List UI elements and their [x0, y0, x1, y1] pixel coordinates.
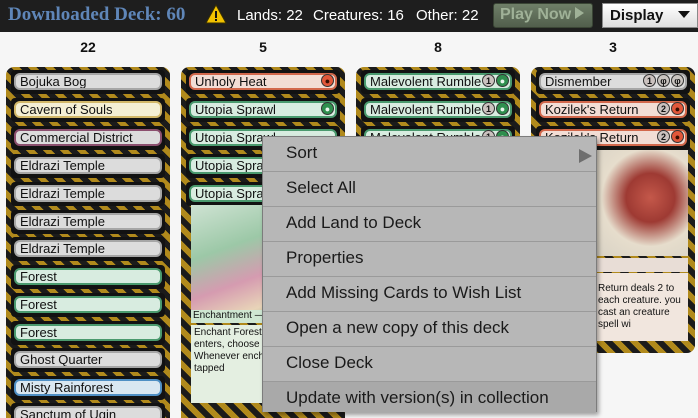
- menu-item-label: Open a new copy of this deck: [286, 318, 510, 337]
- card-stack-lands: Bojuka Bog Cavern of Souls Commercial Di…: [6, 67, 170, 418]
- card-slot[interactable]: Malevolent Rumble 1●: [361, 70, 515, 94]
- card-type-line: [594, 258, 688, 272]
- card-name: Misty Rainforest: [14, 379, 162, 396]
- red-mana-icon: ●: [671, 130, 684, 143]
- card-name: Eldrazi Temple: [14, 213, 162, 230]
- generic-mana-icon: 1: [482, 74, 495, 87]
- card-name: Eldrazi Temple: [14, 240, 162, 257]
- card-slot[interactable]: Eldrazi Temple: [11, 154, 165, 178]
- generic-mana-icon: 1: [643, 74, 656, 87]
- card-name: Eldrazi Temple: [14, 157, 162, 174]
- column-count-1: 22: [80, 39, 96, 55]
- generic-mana-icon: 1: [482, 102, 495, 115]
- submenu-arrow-icon: [579, 149, 592, 163]
- card-slot[interactable]: Forest: [11, 293, 165, 317]
- menu-item-sort[interactable]: Sort: [263, 137, 596, 172]
- column-count-4: 3: [609, 39, 617, 55]
- menu-item-label: Add Missing Cards to Wish List: [286, 283, 522, 302]
- green-mana-icon: ●: [496, 102, 509, 115]
- card-slot[interactable]: Commercial District: [11, 126, 165, 150]
- red-mana-icon: ●: [671, 102, 684, 115]
- card-slot[interactable]: Eldrazi Temple: [11, 182, 165, 206]
- phyrexian-mana-icon: φ: [671, 74, 684, 87]
- menu-item-add-land[interactable]: Add Land to Deck: [263, 207, 596, 242]
- display-dropdown[interactable]: Display: [602, 3, 698, 28]
- warning-icon[interactable]: [205, 4, 227, 24]
- mana-cost: 1●: [482, 102, 509, 115]
- menu-item-label: Select All: [286, 178, 356, 197]
- card-name: Eldrazi Temple: [14, 185, 162, 202]
- card-slot[interactable]: Misty Rainforest: [11, 376, 165, 400]
- card-name: Cavern of Souls: [14, 101, 162, 118]
- card-name: Forest: [14, 324, 162, 341]
- green-mana-icon: ●: [496, 74, 509, 87]
- menu-item-select-all[interactable]: Select All: [263, 172, 596, 207]
- mana-cost: ●: [321, 102, 334, 115]
- generic-mana-icon: 2: [657, 102, 670, 115]
- other-count: Other: 22: [416, 7, 479, 24]
- card-slot[interactable]: Eldrazi Temple: [11, 237, 165, 261]
- play-icon: [575, 7, 585, 19]
- menu-item-label: Sort: [286, 143, 318, 162]
- menu-item-label: Add Land to Deck: [286, 213, 422, 232]
- card-slot[interactable]: Eldrazi Temple: [11, 210, 165, 234]
- card-slot[interactable]: Sanctum of Ugin: [11, 403, 165, 418]
- card-slot[interactable]: Dismember 1φφ: [536, 70, 690, 94]
- mana-cost: 2 ●: [657, 102, 684, 115]
- mana-cost: ●: [321, 74, 334, 87]
- mana-cost: 1●: [482, 74, 509, 87]
- context-menu: Sort Select All Add Land to Deck Propert…: [262, 136, 597, 412]
- card-name: Ghost Quarter: [14, 351, 162, 368]
- chevron-down-icon: [678, 11, 690, 18]
- lands-count: Lands: 22: [237, 7, 303, 24]
- mana-cost: 1φφ: [643, 74, 684, 87]
- card-name: Forest: [14, 268, 162, 285]
- deck-header-bar: Downloaded Deck: 60 Lands: 22 Creatures:…: [0, 0, 698, 32]
- menu-item-label: Properties: [286, 248, 364, 267]
- menu-item-label: Close Deck: [286, 353, 373, 372]
- deck-title: Downloaded Deck: 60: [8, 4, 186, 25]
- creatures-count: Creatures: 16: [313, 7, 404, 24]
- green-mana-icon: ●: [321, 102, 334, 115]
- card-art-kozileks-return: [594, 150, 688, 256]
- card-slot[interactable]: Forest: [11, 265, 165, 289]
- card-name: Commercial District: [14, 129, 162, 146]
- card-name: Unholy Heat: [189, 73, 337, 90]
- menu-item-label: Update with version(s) in collection: [286, 388, 549, 407]
- card-name: Utopia Sprawl: [189, 101, 337, 118]
- phyrexian-mana-icon: φ: [657, 74, 670, 87]
- menu-item-add-missing-to-wishlist[interactable]: Add Missing Cards to Wish List: [263, 277, 596, 312]
- card-name: Bojuka Bog: [14, 73, 162, 90]
- card-rules-text: Return deals 2 to each creature. you cas…: [594, 273, 688, 341]
- card-slot[interactable]: Cavern of Souls: [11, 98, 165, 122]
- column-count-3: 8: [434, 39, 442, 55]
- card-slot[interactable]: Kozilek's Return 2●: [536, 98, 690, 122]
- red-mana-icon: ●: [321, 74, 334, 87]
- display-label: Display: [610, 7, 664, 24]
- card-slot[interactable]: Unholy Heat ●: [186, 70, 340, 94]
- menu-item-properties[interactable]: Properties: [263, 242, 596, 277]
- column-count-2: 5: [259, 39, 267, 55]
- menu-item-update-versions[interactable]: Update with version(s) in collection: [263, 382, 596, 412]
- card-name: Forest: [14, 296, 162, 313]
- play-now-button[interactable]: Play Now: [493, 3, 593, 28]
- menu-item-open-copy[interactable]: Open a new copy of this deck: [263, 312, 596, 347]
- play-now-label: Play Now: [500, 6, 572, 23]
- card-name: Sanctum of Ugin: [14, 406, 162, 418]
- card-slot[interactable]: Forest: [11, 321, 165, 345]
- card-slot[interactable]: Bojuka Bog: [11, 70, 165, 94]
- card-slot[interactable]: Ghost Quarter: [11, 348, 165, 372]
- card-slot[interactable]: Utopia Sprawl ●: [186, 98, 340, 122]
- generic-mana-icon: 2: [657, 130, 670, 143]
- menu-item-close-deck[interactable]: Close Deck: [263, 347, 596, 382]
- card-slot[interactable]: Malevolent Rumble 1●: [361, 98, 515, 122]
- mana-cost: 2 ●: [657, 130, 684, 143]
